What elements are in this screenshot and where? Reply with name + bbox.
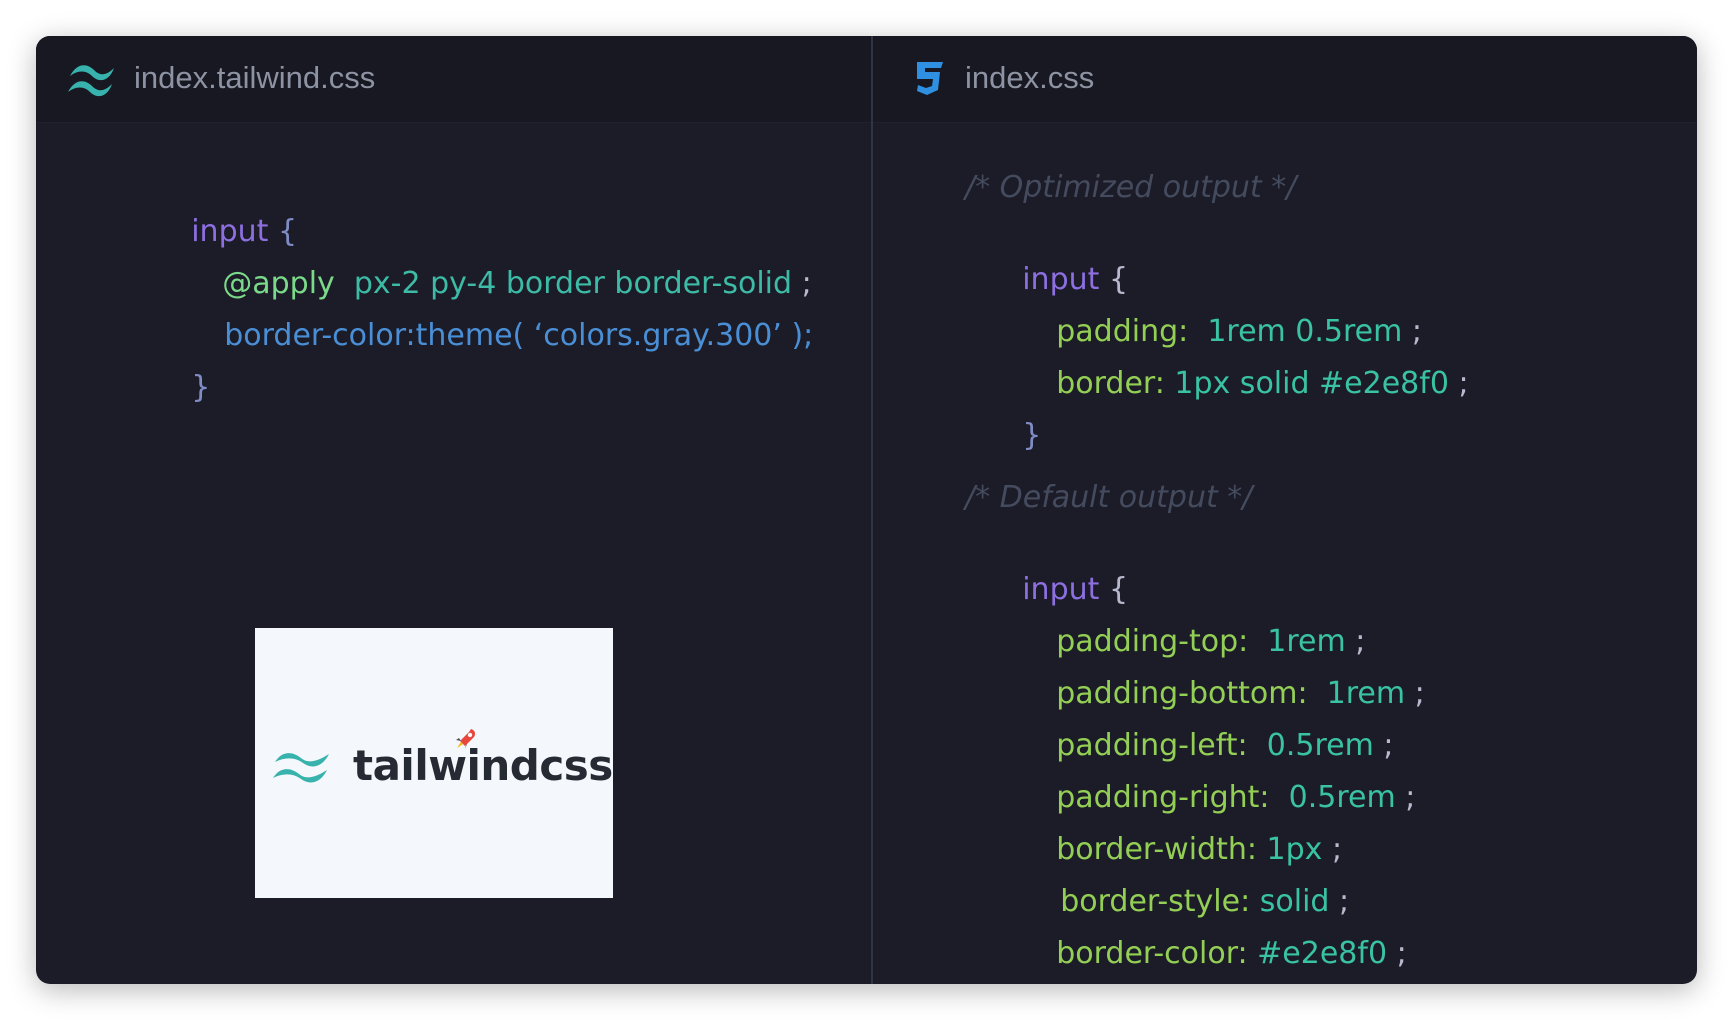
semicolon-token: ; xyxy=(1414,676,1425,711)
code-line: border-width: 1px ; xyxy=(999,784,1342,867)
code-line: input { xyxy=(134,166,297,249)
code-line: border: 1px solid #e2e8f0 ; xyxy=(999,318,1468,401)
code-line: padding-right: 0.5rem ; xyxy=(999,732,1415,815)
code-line: input { xyxy=(965,524,1128,607)
code-line: padding-top: 1rem ; xyxy=(999,576,1365,659)
code-line: padding-left: 0.5rem ; xyxy=(999,680,1393,763)
css3-icon xyxy=(917,62,943,95)
code-line: border-color:theme( ‘colors.gray.300’ ); xyxy=(167,270,813,353)
brace-token: } xyxy=(1022,982,1041,984)
semicolon-token: ; xyxy=(1405,780,1416,815)
tab-label-css[interactable]: index.css xyxy=(965,58,1094,98)
theme-function-token: border-color:theme( ‘colors.gray.300’ ); xyxy=(224,318,814,353)
tailwind-logo-icon xyxy=(273,753,329,783)
value-token: #e2e8f0 xyxy=(1257,936,1388,971)
semicolon-token: ; xyxy=(1458,366,1469,401)
left-tab-bar: index.tailwind.css xyxy=(36,36,871,123)
code-line: input { xyxy=(965,214,1128,297)
code-line: } xyxy=(965,370,1041,453)
code-line: padding: 1rem 0.5rem ; xyxy=(999,266,1422,349)
right-editor-pane: index.css /* Optimized output */ input {… xyxy=(873,36,1697,984)
property-token: border-color: xyxy=(1056,936,1248,971)
brace-token: } xyxy=(1022,418,1042,453)
value-token: 1px solid #e2e8f0 xyxy=(1174,366,1449,401)
code-comparison-window: index.tailwind.css input { @apply px-2 p… xyxy=(36,36,1697,984)
tailwindcss-logo-card: tailwindcss xyxy=(255,628,613,898)
property-token: border: xyxy=(1056,366,1165,401)
tailwind-icon xyxy=(68,65,114,97)
brace-token: } xyxy=(191,370,211,405)
code-line: @apply px-2 py-4 border border-solid ; xyxy=(165,218,811,301)
code-line: padding-bottom: 1rem ; xyxy=(999,628,1425,711)
code-line: } xyxy=(965,934,1041,984)
code-line: } xyxy=(134,322,210,405)
code-line: border-color: #e2e8f0 ; xyxy=(999,888,1406,971)
tailwindcss-wordmark: tailwindcss xyxy=(353,741,613,790)
code-comment: /* Default output */ xyxy=(965,480,1253,515)
code-line: border-style: solid ; xyxy=(1003,836,1349,919)
left-editor-pane: index.tailwind.css input { @apply px-2 p… xyxy=(36,36,871,984)
semicolon-token: ; xyxy=(1396,936,1407,971)
code-comment: /* Optimized output */ xyxy=(965,170,1297,205)
tab-label-tailwind[interactable]: index.tailwind.css xyxy=(134,58,375,98)
right-tab-bar: index.css xyxy=(873,36,1697,123)
